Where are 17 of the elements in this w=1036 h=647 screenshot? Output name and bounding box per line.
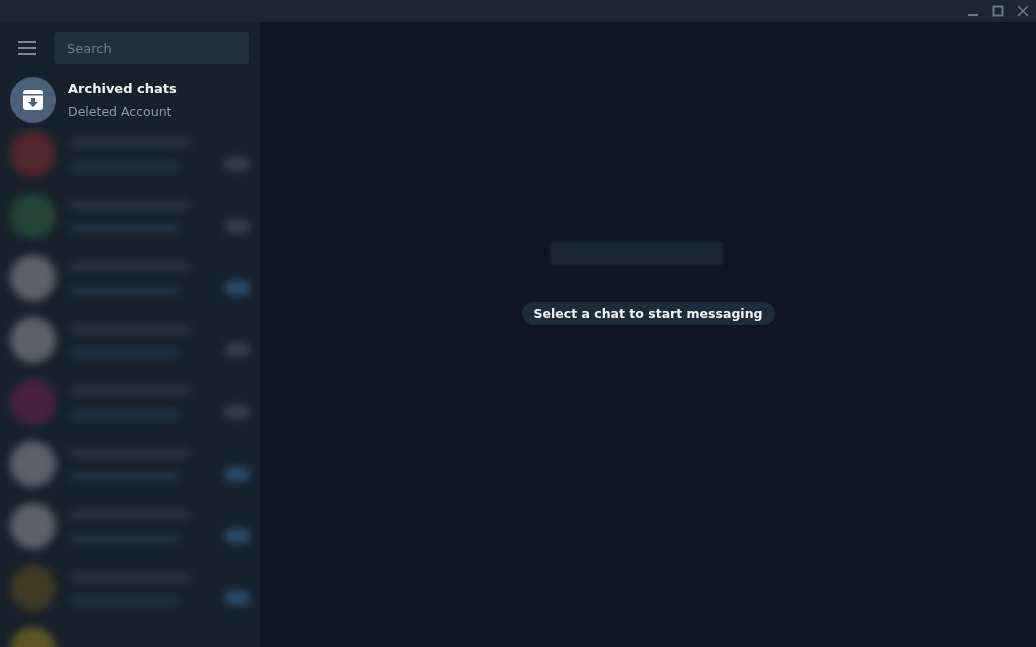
- empty-chat-hint: Select a chat to start messaging: [521, 302, 775, 325]
- blurred-avatar: [10, 565, 56, 611]
- blurred-avatar: [10, 131, 56, 177]
- archived-chats-item[interactable]: Archived chats Deleted Account: [0, 77, 260, 123]
- blurred-avatar: [10, 503, 56, 549]
- archive-icon: [10, 77, 56, 123]
- maximize-icon[interactable]: [992, 5, 1004, 17]
- blurred-avatar: [10, 379, 56, 425]
- menu-icon[interactable]: [18, 41, 36, 55]
- archived-chats-subtitle: Deleted Account: [68, 104, 173, 119]
- blurred-avatar: [10, 255, 56, 301]
- blurred-avatar: [10, 441, 56, 487]
- blurred-avatar: [10, 317, 56, 363]
- blurred-avatar: [10, 193, 56, 239]
- search-field[interactable]: Search: [54, 32, 249, 64]
- close-icon[interactable]: [1017, 5, 1029, 17]
- archived-chats-title: Archived chats: [68, 81, 177, 96]
